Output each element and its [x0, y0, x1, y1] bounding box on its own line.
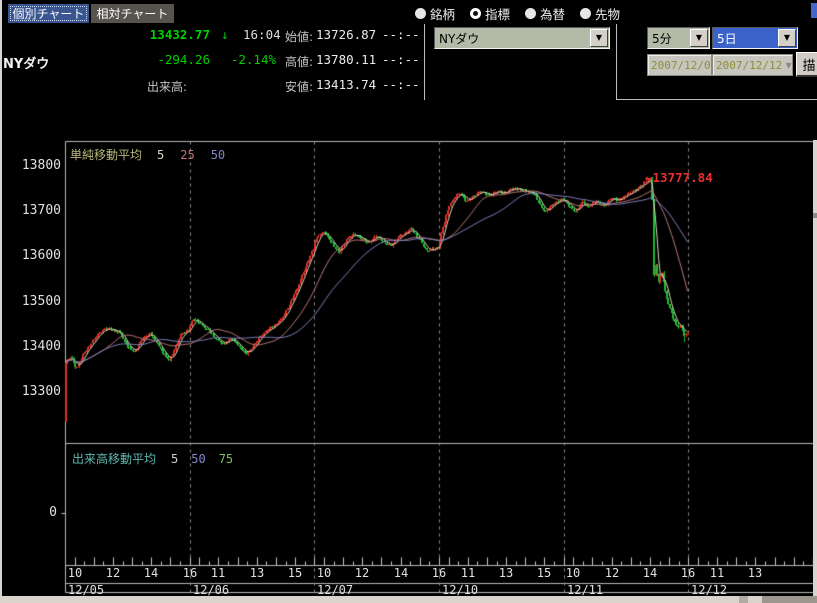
category-radio-group: 銘柄 指標 為替 先物: [415, 4, 620, 23]
price-ma-periods: 5 25 50: [157, 148, 225, 162]
chart-application-window: 個別チャート 相対チャート NYダウ 13432.77 ↓ 16:04 始値: …: [0, 0, 817, 603]
low-time: --:--: [382, 77, 420, 92]
time-axis-label: 14: [143, 566, 159, 580]
time-axis-label: 10: [565, 566, 581, 580]
high-label: 高値:: [285, 55, 314, 69]
y-axis-label: 13500: [21, 294, 61, 309]
volume-ma-periods: 5 50 75: [171, 452, 233, 466]
radio-icon[interactable]: [580, 8, 592, 19]
category-radio-option[interactable]: 指標: [470, 4, 510, 23]
quote-time: 16:04: [243, 27, 281, 42]
interval-select[interactable]: 5分 ▼: [647, 27, 710, 49]
chevron-down-icon[interactable]: ▼: [778, 29, 796, 47]
ma-period-value: 25: [180, 148, 195, 162]
category-radio-label: 銘柄: [430, 7, 456, 22]
time-axis-label: 13: [249, 566, 265, 580]
time-axis-label: 12: [604, 566, 620, 580]
radio-icon[interactable]: [415, 8, 426, 19]
volume-axis-zero-label: 0: [49, 505, 57, 520]
date-axis-label: 12/10: [442, 583, 479, 597]
time-axis-label: 10: [67, 566, 83, 580]
category-radio-option[interactable]: 先物: [580, 4, 620, 23]
time-axis-label: 14: [642, 566, 658, 580]
time-axis-label: 16: [680, 566, 696, 580]
open-value: 13726.87: [316, 27, 377, 42]
ma-period-value: 50: [191, 452, 206, 466]
time-axis-label: 14: [393, 566, 409, 580]
interval-select-value: 5分: [652, 31, 672, 46]
change-percent: -2.14%: [230, 52, 276, 67]
tab-relative-chart[interactable]: 相対チャート: [91, 4, 174, 23]
time-axis-label: 16: [431, 566, 447, 580]
down-arrow-icon: ↓: [221, 27, 229, 42]
volume-label: 出来高:: [147, 80, 188, 94]
divider: [616, 99, 817, 100]
date-to-field[interactable]: 2007/12/12 ▼: [712, 54, 793, 76]
change-value: -294.26: [157, 52, 210, 67]
current-price: 13432.77: [149, 27, 210, 42]
category-radio-label: 指標: [485, 7, 511, 22]
time-axis-label: 13: [498, 566, 514, 580]
category-radio-option[interactable]: 為替: [525, 4, 565, 23]
ma-period-value: 75: [218, 452, 234, 466]
time-axis-label: 15: [287, 566, 303, 580]
date-axis-label: 12/07: [317, 583, 354, 597]
date-axis-label: 12/06: [193, 583, 230, 597]
ma-period-value: 5: [171, 452, 179, 466]
category-radio-label: 為替: [540, 7, 566, 22]
range-select-value: 5日: [717, 31, 737, 46]
date-to-value: 2007/12/12: [716, 58, 783, 72]
symbol-select-value: NYダウ: [439, 31, 480, 46]
time-axis-label: 12: [105, 566, 121, 580]
time-axis-label: 16: [182, 566, 198, 580]
time-axis-label: 11: [460, 566, 476, 580]
y-axis-label: 13800: [21, 158, 61, 173]
symbol-name: NYダウ: [3, 57, 50, 72]
chevron-down-icon[interactable]: ▼: [590, 29, 608, 47]
time-axis-label: 12: [354, 566, 370, 580]
radio-selected-icon[interactable]: [470, 8, 482, 19]
date-from-value: 2007/12/06: [651, 58, 718, 72]
time-axis-label: 13: [747, 566, 763, 580]
low-value: 13413.74: [316, 77, 377, 92]
chevron-down-icon[interactable]: ▼: [690, 29, 708, 47]
y-axis-label: 13600: [21, 248, 61, 263]
candlestick-chart-canvas[interactable]: [0, 140, 817, 603]
high-value: 13780.11: [316, 52, 377, 67]
open-label: 始値:: [285, 30, 314, 44]
tab-individual-chart[interactable]: 個別チャート: [8, 4, 89, 23]
y-axis-label: 13300: [21, 384, 61, 399]
y-axis-label: 13700: [21, 203, 61, 218]
category-radio-option[interactable]: 銘柄: [415, 4, 455, 23]
time-axis-label: 11: [709, 566, 725, 580]
date-from-field[interactable]: 2007/12/06 ▼: [647, 54, 726, 76]
date-axis-label: 12/05: [68, 583, 105, 597]
y-axis-label: 13400: [21, 339, 61, 354]
volume-ma-legend: 出来高移動平均 5 50 75: [72, 450, 233, 467]
ma-period-value: 5: [157, 148, 165, 162]
low-label: 安値:: [285, 80, 314, 94]
chevron-down-icon: ▼: [785, 60, 792, 70]
divider: [616, 24, 617, 100]
time-axis-label: 15: [536, 566, 552, 580]
price-ma-legend-label: 単純移動平均: [70, 148, 143, 162]
time-axis-label: 11: [210, 566, 226, 580]
price-ma-legend: 単純移動平均 5 25 50: [70, 146, 225, 163]
time-axis-label: 10: [316, 566, 332, 580]
category-radio-label: 先物: [595, 7, 621, 22]
date-axis-label: 12/12: [691, 583, 728, 597]
clipped-corner-element: [811, 3, 817, 18]
radio-icon[interactable]: [525, 8, 537, 19]
range-select[interactable]: 5日 ▼: [712, 27, 798, 49]
divider: [424, 24, 425, 100]
session-high-annotation: ←13777.84: [645, 170, 713, 185]
draw-button[interactable]: 描: [796, 52, 817, 77]
volume-ma-legend-label: 出来高移動平均: [72, 452, 157, 466]
open-time: --:--: [382, 27, 420, 42]
high-time: --:--: [382, 52, 420, 67]
date-axis-label: 12/11: [567, 583, 604, 597]
symbol-select[interactable]: NYダウ ▼: [434, 27, 610, 49]
ma-period-value: 50: [210, 148, 226, 162]
